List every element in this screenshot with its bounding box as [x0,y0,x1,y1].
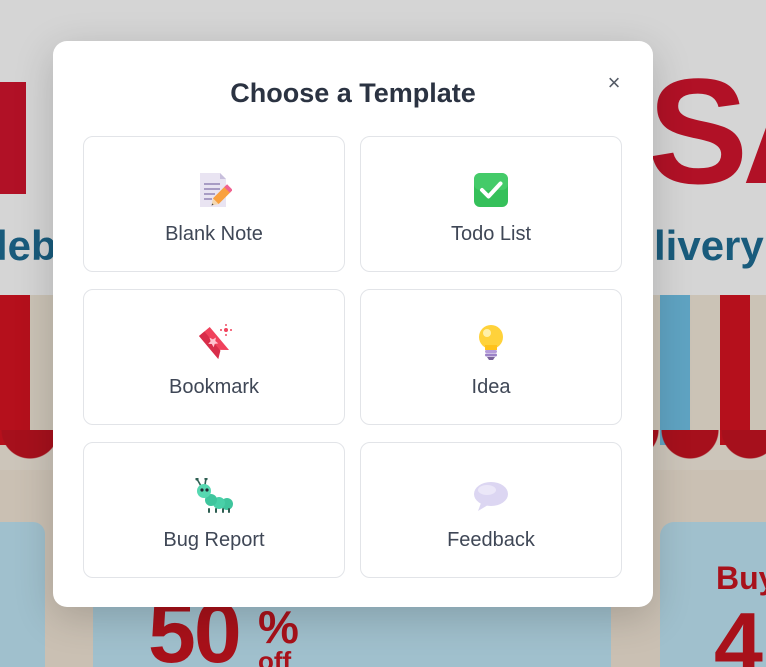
template-idea[interactable]: Idea [360,289,622,425]
template-label: Todo List [450,223,532,245]
template-label: Feedback [447,529,535,551]
light-bulb-icon [471,323,511,363]
memo-icon [194,170,234,210]
bug-icon [194,476,234,516]
close-button[interactable]: × [602,71,626,95]
template-grid: Blank Note Todo List Bookmark Idea Bug R… [83,136,623,578]
dialog-title: Choose a Template [230,78,476,108]
template-blank-note[interactable]: Blank Note [83,136,345,272]
template-label: Bookmark [168,376,260,398]
template-feedback[interactable]: Feedback [360,442,622,578]
template-label: Idea [471,376,511,398]
template-bookmark[interactable]: Bookmark [83,289,345,425]
template-label: Bug Report [163,529,265,551]
template-todo-list[interactable]: Todo List [360,136,622,272]
template-bug-report[interactable]: Bug Report [83,442,345,578]
template-label: Blank Note [165,223,263,245]
close-icon: × [607,70,621,95]
check-box-icon [471,170,511,210]
bookmark-icon [194,323,234,363]
choose-template-dialog: Choose a Template × Blank Note Todo List… [53,41,653,607]
speech-balloon-icon [471,476,511,516]
